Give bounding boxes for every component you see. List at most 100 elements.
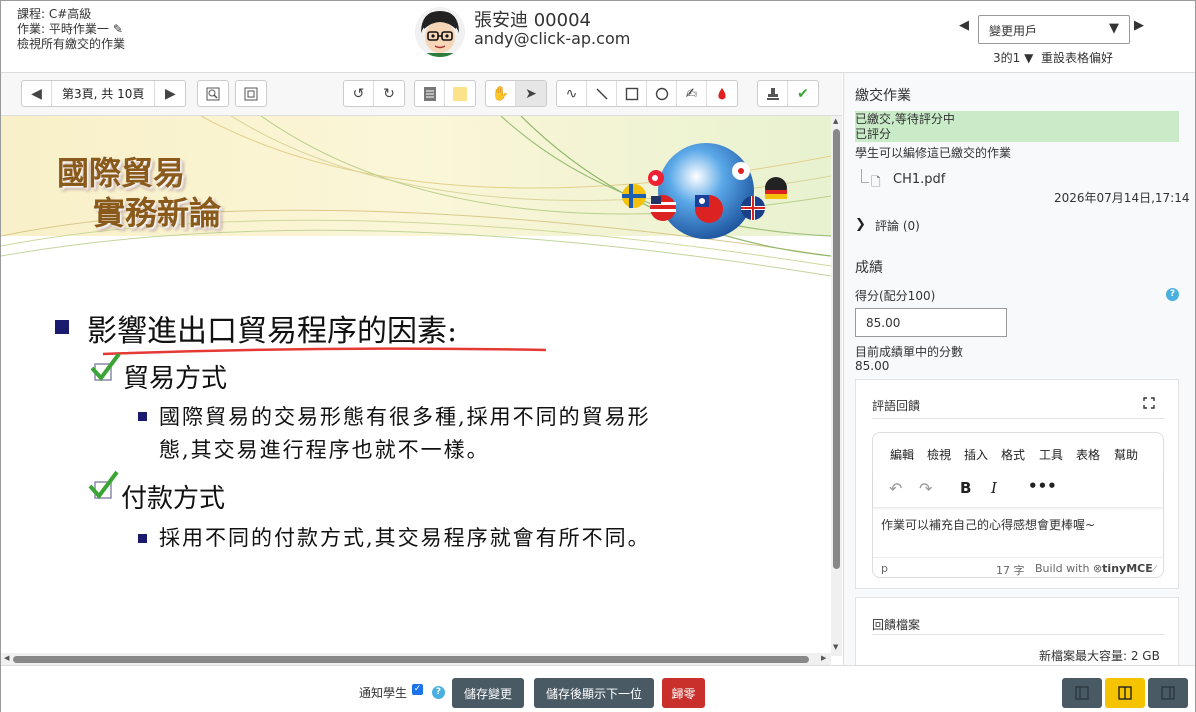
doc-vertical-scroll-thumb[interactable] xyxy=(833,129,840,569)
assignment-label: 作業: 平時作業一 xyxy=(17,22,109,36)
divider xyxy=(873,557,1163,558)
select-icon[interactable]: ➤ xyxy=(516,81,546,106)
resize-handle-icon[interactable]: ⟋ xyxy=(1151,565,1157,575)
redo-icon[interactable]: ↷ xyxy=(919,479,932,498)
bold-icon[interactable]: B xyxy=(960,479,971,497)
comment-icon[interactable] xyxy=(415,81,445,106)
rotate-right-icon[interactable]: ↻ xyxy=(374,81,404,106)
notify-student-label: 通知學生 xyxy=(359,686,408,700)
menu-table[interactable]: 表格 xyxy=(1076,446,1114,463)
feedback-files-title: 回饋檔案 xyxy=(872,618,921,632)
tinymce-logo-icon: ⊗ xyxy=(1092,562,1103,575)
italic-icon[interactable]: I xyxy=(991,479,997,497)
change-user-label: 變更用戶 xyxy=(989,24,1038,38)
submission-title: 繳交作業 xyxy=(855,88,911,104)
checkbox-check-icon xyxy=(90,352,121,382)
menu-view[interactable]: 檢視 xyxy=(927,446,964,463)
doc-horizontal-scroll-thumb[interactable] xyxy=(13,656,809,663)
word-count: 17 字 xyxy=(996,564,1025,577)
hand-icon[interactable]: ✋ xyxy=(486,81,516,106)
comments-toggle[interactable]: 評論 (0) xyxy=(875,217,920,234)
scroll-right-icon[interactable]: ▶ xyxy=(821,654,826,662)
menu-edit[interactable]: 編輯 xyxy=(890,446,927,463)
next-page-icon[interactable]: ▶ xyxy=(155,81,185,106)
help-icon[interactable]: ? xyxy=(432,686,445,699)
expand-icon[interactable] xyxy=(236,81,266,106)
more-icon[interactable]: ••• xyxy=(1028,477,1057,495)
current-grade-value: 85.00 xyxy=(855,359,890,373)
pencil-icon[interactable]: ✎ xyxy=(113,22,123,37)
change-user-select[interactable]: 變更用戶 ▼ xyxy=(978,15,1130,44)
layout-collapse-grade-button[interactable] xyxy=(1148,678,1188,708)
submitted-time: 2026年07月14日,17:14 xyxy=(1054,191,1190,205)
search-comments-icon[interactable] xyxy=(198,81,228,106)
current-grade-label: 目前成績單中的分數 xyxy=(855,345,964,359)
divider xyxy=(872,634,1164,635)
reset-button[interactable]: 歸零 xyxy=(662,678,705,708)
menu-insert[interactable]: 插入 xyxy=(964,446,1001,463)
checkmark-icon[interactable]: ✔ xyxy=(788,81,818,106)
prev-page-icon[interactable]: ◀ xyxy=(22,81,52,106)
editor-path: p xyxy=(881,562,888,575)
avatar xyxy=(415,7,465,57)
item2-text: 採用不同的付款方式,其交易程序就會有所不同。 xyxy=(159,526,651,550)
expand-group xyxy=(235,80,267,107)
menu-format[interactable]: 格式 xyxy=(1001,446,1039,463)
reset-table-prefs-link[interactable]: 重設表格偏好 xyxy=(1041,49,1113,66)
user-email: andy@click-ap.com xyxy=(474,29,631,48)
drawing-tools-group: ∿ ✍ xyxy=(556,80,738,107)
sub-bullet-icon-2 xyxy=(138,534,147,543)
highlight-icon[interactable] xyxy=(445,81,475,106)
grade-input[interactable]: 85.00 xyxy=(855,308,1007,337)
prev-user-icon[interactable]: ◀ xyxy=(959,18,969,33)
save-and-next-button[interactable]: 儲存後顯示下一位 xyxy=(534,678,654,708)
stamp-icon[interactable] xyxy=(758,81,788,106)
item1-text-line2: 態,其交易進行程序也就不一樣。 xyxy=(159,438,490,462)
line-icon[interactable] xyxy=(587,81,617,106)
view-all-submissions-link[interactable]: 檢視所有繳交的作業 xyxy=(17,37,125,52)
next-user-icon[interactable]: ▶ xyxy=(1134,18,1144,33)
course-label: 課程: C#高級 xyxy=(17,7,92,21)
bullet-icon xyxy=(55,320,69,334)
divider xyxy=(872,418,1164,419)
slide-heading: 影響進出口貿易程序的因素: xyxy=(87,314,458,349)
stamp-group: ✔ xyxy=(757,80,819,107)
menu-help[interactable]: 幫助 xyxy=(1114,446,1151,463)
rectangle-icon[interactable] xyxy=(617,81,647,106)
max-size-label: 新檔案最大容量: 2 GB xyxy=(1039,649,1160,663)
item1-text-line1: 國際貿易的交易形態有很多種,採用不同的貿易形 xyxy=(159,405,651,429)
scroll-down-icon[interactable]: ▼ xyxy=(833,643,838,651)
rotate-group: ↺ ↻ xyxy=(343,80,405,107)
pdf-document-viewer[interactable]: 國際貿易 實務新論 影響進出口貿易程序的因素: 貿易方式 國際貿易的交易形態有很… xyxy=(1,116,831,656)
comment-group xyxy=(414,80,476,107)
highlighter-icon[interactable]: ✍ xyxy=(677,81,707,106)
item1-title: 貿易方式 xyxy=(123,364,228,394)
layout-right-icon xyxy=(1161,686,1175,700)
chevron-right-icon[interactable]: ❯ xyxy=(855,217,866,232)
rotate-left-icon[interactable]: ↺ xyxy=(344,81,374,106)
grader-header: 課程: C#高級 作業: 平時作業一 ✎ 檢視所有繳交的作業 張安迪 00004 … xyxy=(1,1,1195,73)
scroll-left-icon[interactable]: ◀ xyxy=(4,654,9,662)
user-count[interactable]: 3的1 ▼ xyxy=(993,49,1033,66)
oval-icon[interactable] xyxy=(647,81,677,106)
help-icon[interactable]: ? xyxy=(1166,288,1179,301)
save-button[interactable]: 儲存變更 xyxy=(452,678,524,708)
feedback-text[interactable]: 作業可以補充自己的心得感想會更棒喔~ xyxy=(881,516,1095,533)
scroll-up-icon[interactable]: ▲ xyxy=(833,117,838,125)
menu-tools[interactable]: 工具 xyxy=(1039,446,1076,463)
layout-default-button[interactable] xyxy=(1105,678,1145,708)
fullscreen-icon[interactable] xyxy=(1143,397,1155,409)
notify-student-checkbox[interactable]: ✓ xyxy=(412,684,423,695)
build-with-label: Build with xyxy=(1035,562,1090,575)
pen-icon[interactable]: ∿ xyxy=(557,81,587,106)
submitted-file-link[interactable]: CH1.pdf xyxy=(893,172,945,187)
page-navigation: ◀ 第3頁, 共 10頁 ▶ xyxy=(21,80,187,107)
layout-collapse-review-button[interactable] xyxy=(1062,678,1102,708)
tree-line xyxy=(861,169,869,183)
page-select[interactable]: 第3頁, 共 10頁 xyxy=(52,81,156,106)
undo-icon[interactable]: ↶ xyxy=(889,479,902,498)
color-drop-icon[interactable] xyxy=(707,81,737,106)
tinymce-branding[interactable]: Build with ⊗tinyMCE xyxy=(1035,562,1153,575)
editor-menubar: 編輯 檢視 插入 格式 工具 表格 幫助 xyxy=(890,446,1151,463)
filter-icon[interactable]: ▼ xyxy=(1024,51,1033,65)
